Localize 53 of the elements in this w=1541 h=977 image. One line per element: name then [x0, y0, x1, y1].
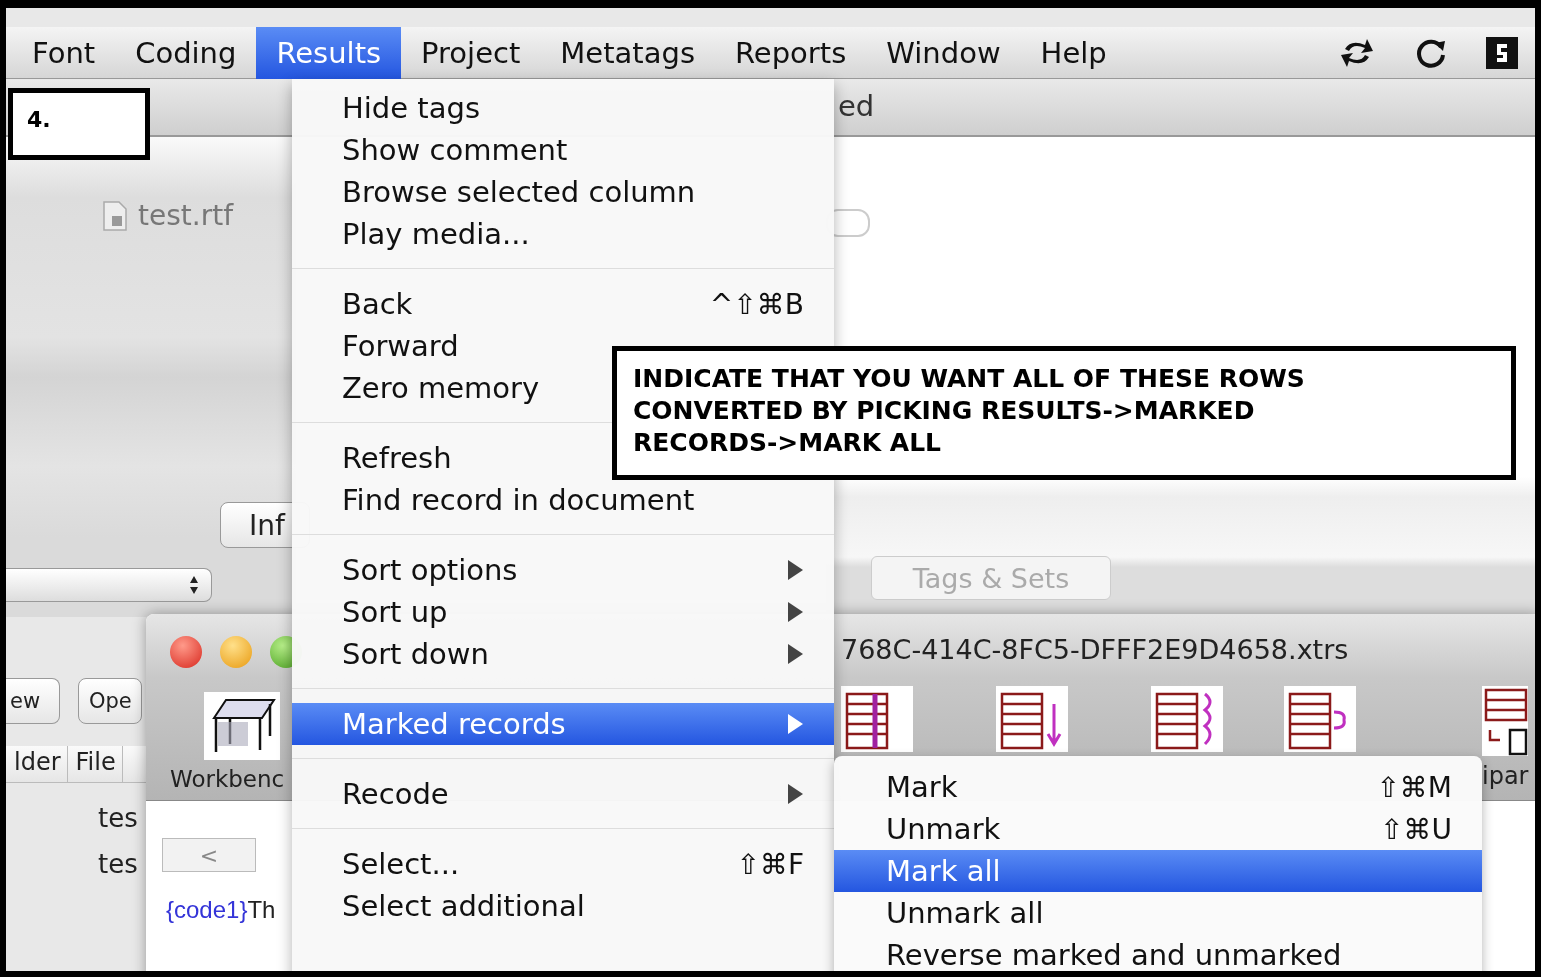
- submenu-arrow-icon: [786, 643, 804, 665]
- toolbar-label: ipar: [1482, 762, 1529, 790]
- instruction-text: INDICATE THAT YOU WANT ALL OF THESE ROWS CONVERTED BY PICKING RESULTS->MARKED RECORDS->MARK ALL: [633, 363, 1306, 459]
- menu-item[interactable]: Play media...: [292, 213, 834, 255]
- toolbar-button[interactable]: Ope: [78, 678, 142, 724]
- menu-item[interactable]: Unmark all: [834, 892, 1482, 934]
- window-title: 768C-414C-8FC5-DFFF2E9D4658.xtrs: [841, 634, 1349, 665]
- document-text: {code1}Th: [166, 896, 276, 924]
- menu-item[interactable]: Sort down: [292, 633, 834, 675]
- toolbar-label: Workbenc: [170, 766, 285, 792]
- menu-bar-item[interactable]: Font: [12, 26, 116, 79]
- menu-item[interactable]: Hide tags: [292, 87, 834, 129]
- menu-bar-item[interactable]: Metatags: [540, 26, 715, 79]
- column-header[interactable]: lder: [6, 746, 68, 782]
- menu-item[interactable]: Sort options: [292, 549, 834, 591]
- menu-bar-item[interactable]: Help: [1020, 26, 1127, 79]
- toolbar-label: ed: [838, 89, 875, 123]
- table-rows-icon[interactable]: [996, 686, 1068, 752]
- menu-bar-item[interactable]: Coding: [115, 26, 257, 79]
- submenu-arrow-icon: [786, 713, 804, 735]
- menu-bar-item[interactable]: Results: [256, 26, 402, 79]
- column-header[interactable]: File: [67, 746, 123, 782]
- menu-item[interactable]: Marked records: [292, 703, 834, 745]
- menu-item[interactable]: Back ^⇧⌘B: [292, 283, 834, 325]
- menu-item[interactable]: Unmark ⇧⌘U: [834, 808, 1482, 850]
- menu-item[interactable]: Reverse marked and unmarked: [834, 934, 1482, 971]
- menu-bar-item[interactable]: Reports: [715, 26, 867, 79]
- menu-bar-item[interactable]: Window: [866, 26, 1021, 79]
- menu-item[interactable]: Recode: [292, 773, 834, 815]
- table-rows-icon[interactable]: [1284, 686, 1356, 752]
- submenu-arrow-icon: [786, 783, 804, 805]
- menu-item[interactable]: Browse selected column: [292, 171, 834, 213]
- table-cell: tes: [98, 849, 138, 879]
- toolbar-button[interactable]: ew: [6, 678, 60, 724]
- submenu-arrow-icon: [786, 601, 804, 623]
- close-button[interactable]: [170, 636, 202, 668]
- menu-item[interactable]: Select... ⇧⌘F: [292, 843, 834, 885]
- table-icon[interactable]: [204, 692, 280, 760]
- step-label: 4.: [8, 88, 150, 160]
- dropdown[interactable]: [6, 568, 212, 602]
- menu-item[interactable]: Show comment: [292, 129, 834, 171]
- menu-item[interactable]: Select additional: [292, 885, 834, 927]
- menu-item[interactable]: Mark ⇧⌘M: [834, 766, 1482, 808]
- document-icon: [102, 199, 128, 232]
- table-rows-icon[interactable]: [1151, 686, 1223, 752]
- menu-item[interactable]: Sort up: [292, 591, 834, 633]
- submenu-arrow-icon: [786, 559, 804, 581]
- menu-bar-item[interactable]: Project: [401, 26, 541, 79]
- square-icon[interactable]: [1485, 35, 1519, 70]
- menu-item[interactable]: Mark all: [834, 850, 1482, 892]
- table-cell: tes: [98, 803, 138, 833]
- table-merge-icon[interactable]: [1482, 686, 1528, 756]
- table-rows-icon[interactable]: [841, 686, 913, 752]
